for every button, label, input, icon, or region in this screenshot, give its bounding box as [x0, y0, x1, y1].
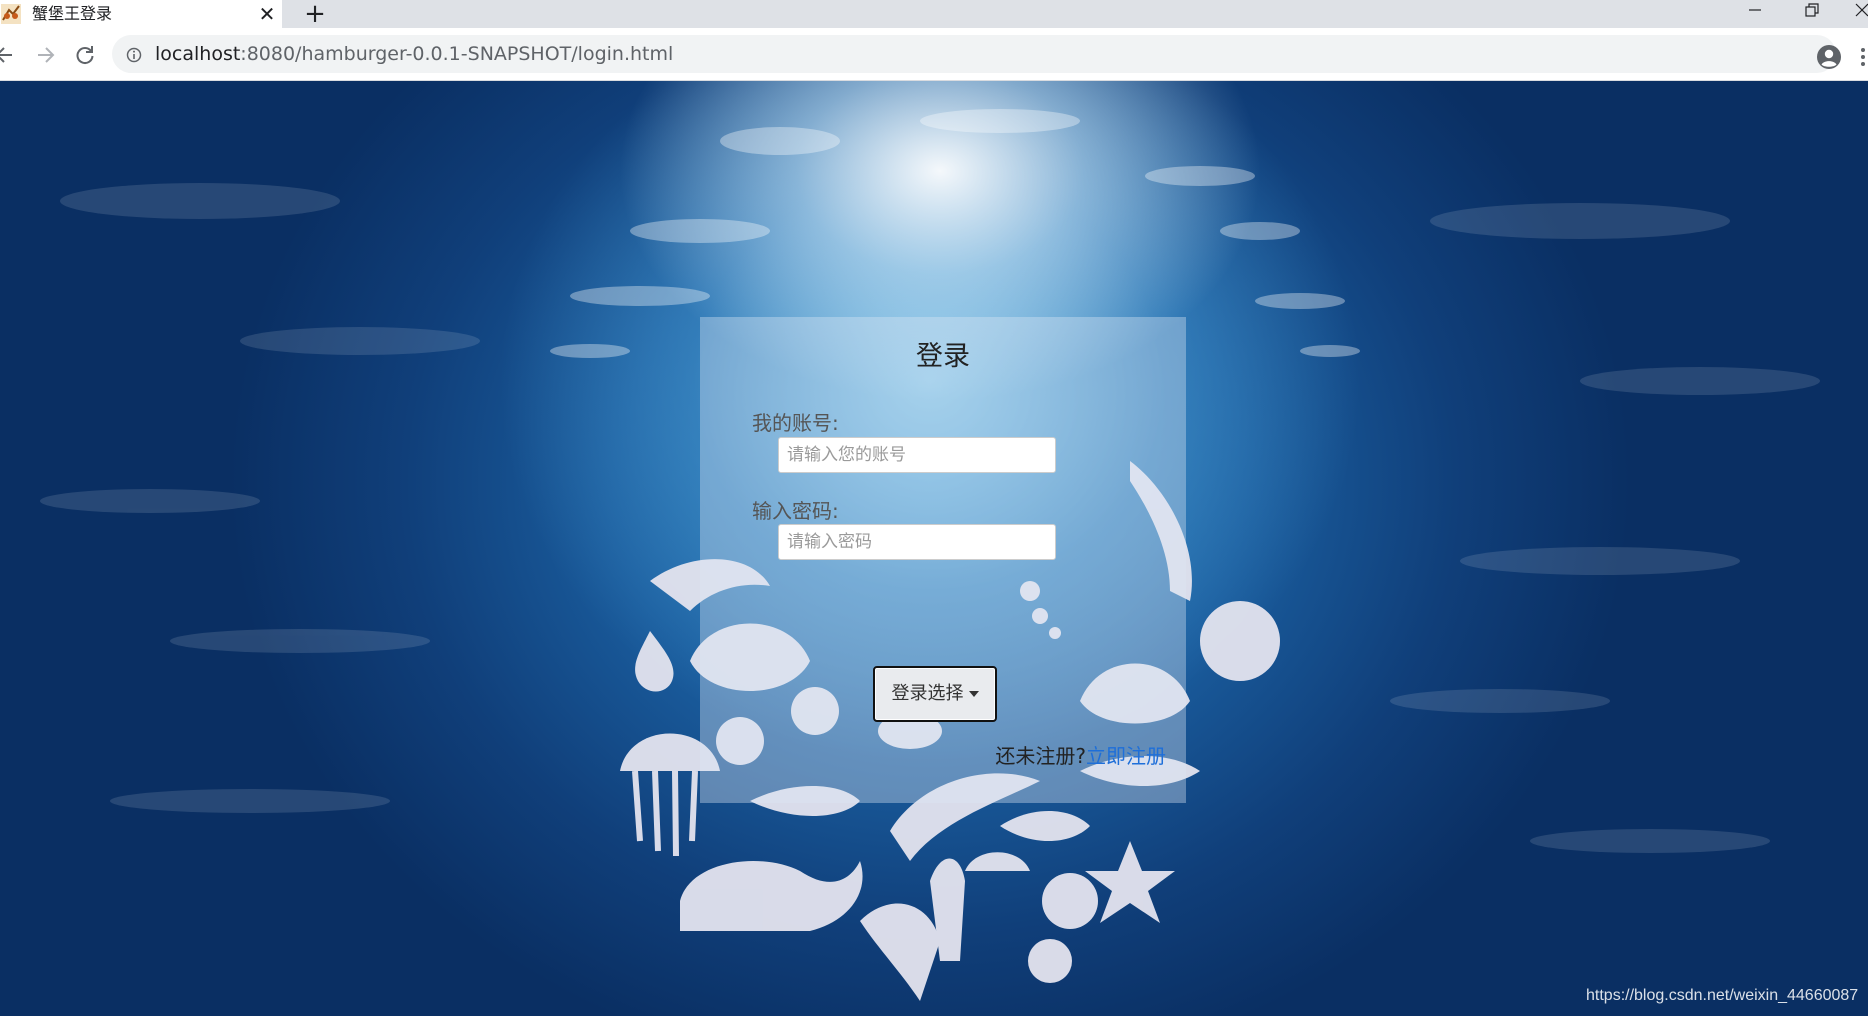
arrow-right-icon[interactable] — [32, 42, 58, 68]
window-close-icon[interactable] — [1848, 0, 1868, 26]
tab-close-icon[interactable]: ✕ — [256, 3, 278, 25]
register-prompt-line: 还未注册?立即注册 — [995, 742, 1166, 770]
tab-strip: 蟹堡王登录 ✕ + — [0, 0, 1868, 28]
url-path: :8080/hamburger-0.0.1-SNAPSHOT/login.htm… — [240, 43, 674, 65]
register-prompt-text: 还未注册? — [995, 744, 1086, 768]
csdn-watermark: https://blog.csdn.net/weixin_44660087 — [1586, 987, 1859, 1004]
browser-toolbar: localhost:8080/hamburger-0.0.1-SNAPSHOT/… — [0, 28, 1868, 81]
account-label: 我的账号: — [752, 411, 839, 435]
more-vert-icon[interactable] — [1858, 46, 1868, 68]
account-circle-icon[interactable] — [1816, 44, 1842, 70]
password-placeholder: 请输入密码 — [787, 532, 872, 552]
url-host: localhost — [155, 43, 241, 65]
reload-icon[interactable] — [72, 42, 98, 68]
password-input[interactable]: 请输入密码 — [778, 524, 1056, 560]
arrow-left-icon[interactable] — [0, 42, 18, 68]
login-title: 登录 — [916, 341, 970, 372]
crab-favicon-icon — [1, 4, 21, 24]
browser-window: 蟹堡王登录 ✕ + localhost:8080/hamburger-0.0.1… — [0, 0, 1868, 1016]
address-bar[interactable]: localhost:8080/hamburger-0.0.1-SNAPSHOT/… — [112, 35, 1836, 73]
login-select-label: 登录选择 — [891, 683, 964, 704]
new-tab-button[interactable]: + — [302, 1, 328, 27]
minimize-icon[interactable] — [1735, 0, 1775, 26]
info-circle-icon[interactable] — [126, 47, 142, 63]
page-viewport: 登录 我的账号: 请输入您的账号 输入密码: 请输入密码 登录选择 还未注册?立… — [0, 81, 1868, 1016]
account-placeholder: 请输入您的账号 — [787, 445, 906, 465]
register-link[interactable]: 立即注册 — [1086, 744, 1166, 768]
password-label: 输入密码: — [752, 499, 839, 523]
url-text[interactable]: localhost:8080/hamburger-0.0.1-SNAPSHOT/… — [155, 43, 673, 65]
active-tab[interactable]: 蟹堡王登录 ✕ — [0, 0, 282, 28]
account-input[interactable]: 请输入您的账号 — [778, 437, 1056, 473]
restore-icon[interactable] — [1791, 0, 1831, 26]
tab-title: 蟹堡王登录 — [32, 4, 113, 23]
login-card: 登录 我的账号: 请输入您的账号 输入密码: 请输入密码 登录选择 还未注册?立… — [700, 317, 1186, 803]
caret-down-icon — [968, 691, 979, 697]
login-select-dropdown-button[interactable]: 登录选择 — [873, 666, 997, 722]
